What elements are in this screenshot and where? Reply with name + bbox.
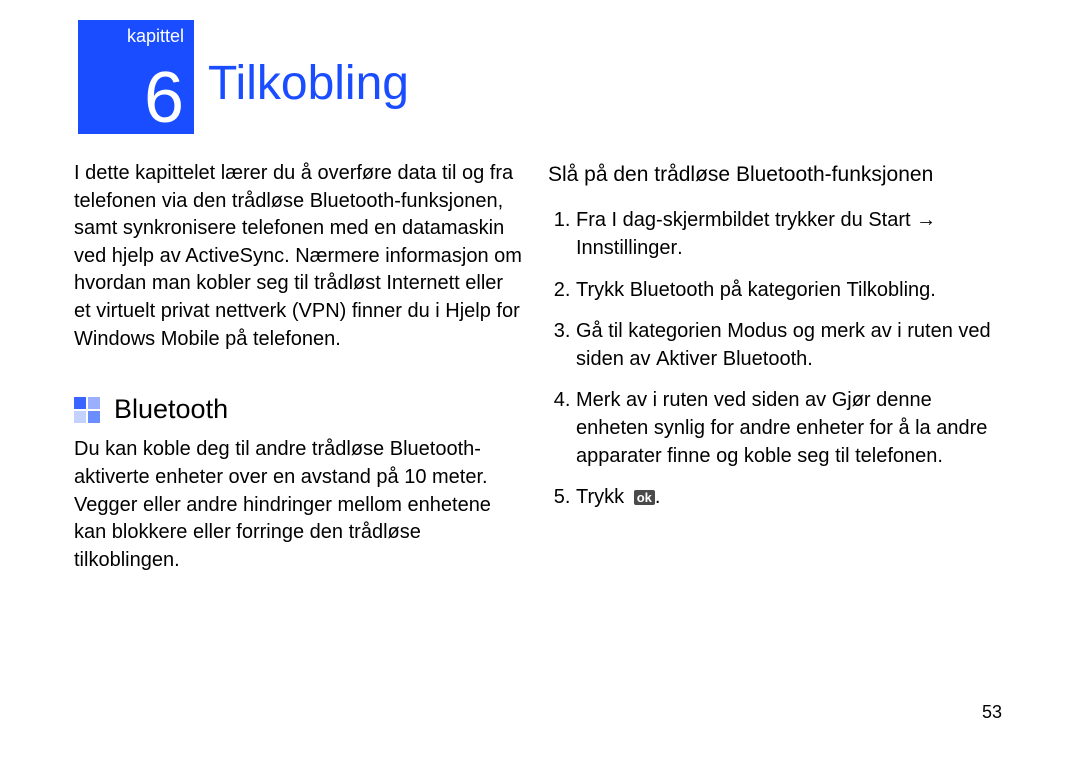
section-heading-bluetooth: Bluetooth: [74, 391, 524, 428]
manual-page: kapittel 6 Tilkobling I dette kapittelet…: [0, 0, 1080, 765]
step-5: Trykk ok.: [576, 484, 998, 512]
ok-icon: ok: [634, 490, 655, 505]
chapter-title: Tilkobling: [208, 56, 409, 111]
subsection-heading: Slå på den trådløse Bluetooth-funksjonen: [548, 160, 998, 189]
chapter-label: kapittel: [127, 26, 184, 47]
step-1: Fra I dag-skjermbildet trykker du Start …: [576, 207, 998, 262]
step-2: Trykk Bluetooth på kategorien Tilkobling…: [576, 277, 998, 305]
section-bullet-icon: [74, 397, 100, 423]
step-3: Gå til kategorien Modus og merk av i rut…: [576, 318, 998, 373]
page-number: 53: [982, 702, 1002, 723]
left-column: I dette kapittelet lærer du å overføre d…: [74, 160, 524, 574]
steps-list: Fra I dag-skjermbildet trykker du Start …: [548, 207, 998, 511]
chapter-number: 6: [144, 62, 184, 134]
chapter-badge: kapittel 6: [78, 20, 194, 134]
intro-paragraph: I dette kapittelet lærer du å overføre d…: [74, 160, 524, 353]
right-column: Slå på den trådløse Bluetooth-funksjonen…: [548, 160, 998, 526]
section-body: Du kan koble deg til andre trådløse Blue…: [74, 436, 524, 574]
step-4: Merk av i ruten ved siden av Gjør denne …: [576, 387, 998, 470]
section-heading-text: Bluetooth: [114, 391, 228, 428]
